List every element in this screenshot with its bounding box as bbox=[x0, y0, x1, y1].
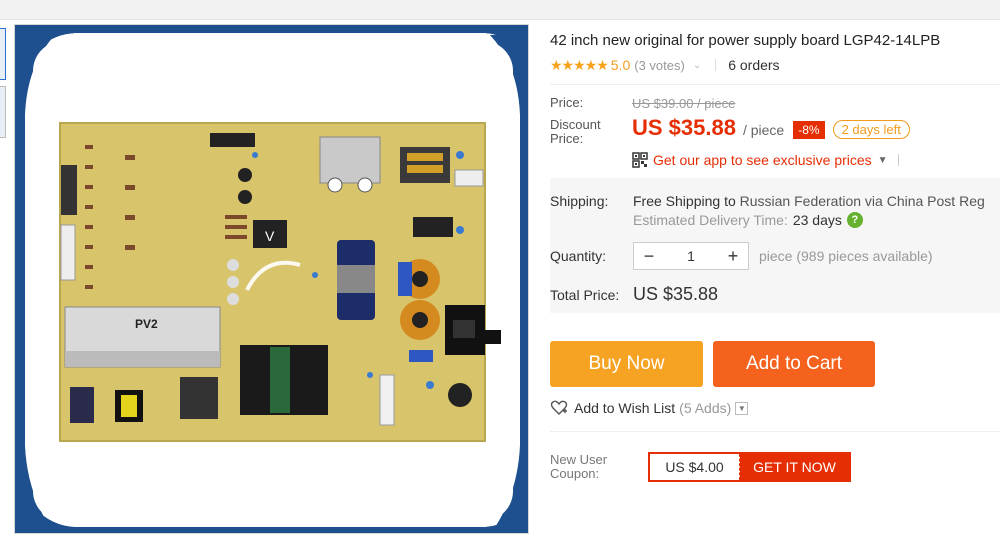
discount-price: US $35.88 bbox=[632, 115, 736, 140]
wish-list-row[interactable]: Add to Wish List (5 Adds) ▼ bbox=[550, 399, 1000, 417]
shipping-section: Shipping: Free Shipping to Russian Feder… bbox=[550, 178, 1000, 313]
per-piece-label: / piece bbox=[742, 122, 785, 138]
total-price-row: Total Price: US $35.88 bbox=[550, 284, 1000, 305]
price-label: Price: bbox=[550, 95, 584, 110]
wish-list-link[interactable]: Add to Wish List bbox=[574, 400, 675, 416]
shipping-row: Shipping: Free Shipping to Russian Feder… bbox=[550, 192, 1000, 210]
shipping-label: Shipping: bbox=[550, 193, 609, 209]
pieces-available: piece (989 pieces available) bbox=[759, 248, 933, 264]
discount-price-row: Discount Price: US $35.88 / piece -8% 2 … bbox=[550, 115, 1000, 146]
days-left-badge: 2 days left bbox=[832, 120, 910, 139]
top-bar bbox=[0, 0, 1000, 20]
heart-plus-icon bbox=[550, 400, 568, 415]
total-price-value: US $35.88 bbox=[633, 284, 719, 304]
quantity-input[interactable]: 1 bbox=[664, 243, 718, 269]
product-image: V PV2 bbox=[15, 25, 528, 533]
board-label: PV2 bbox=[135, 317, 158, 331]
qr-code-icon bbox=[632, 152, 648, 168]
coupon-value: US $4.00 bbox=[650, 454, 740, 480]
decrease-quantity-button[interactable]: − bbox=[634, 243, 664, 269]
help-icon[interactable]: ? bbox=[846, 212, 863, 228]
buy-now-button[interactable]: Buy Now bbox=[550, 341, 703, 387]
rating-value: 5.0 bbox=[610, 57, 631, 73]
chevron-down-icon[interactable]: ⌄ bbox=[693, 60, 701, 71]
app-promo-text: Get our app to see exclusive prices bbox=[653, 152, 872, 168]
wish-list-count: (5 Adds) bbox=[679, 400, 732, 416]
divider bbox=[550, 431, 1000, 432]
shipping-destination[interactable]: Russian Federation via China Post Reg bbox=[740, 193, 985, 209]
thumbnail-2[interactable] bbox=[0, 86, 6, 138]
quantity-stepper: − 1 + bbox=[633, 242, 749, 270]
product-info-panel: 42 inch new original for power supply bo… bbox=[550, 24, 1000, 482]
product-image-gallery[interactable]: V PV2 bbox=[14, 24, 529, 534]
svg-text:V: V bbox=[265, 228, 275, 244]
original-price: US $39.00 / piece bbox=[632, 95, 736, 111]
increase-quantity-button[interactable]: + bbox=[718, 243, 748, 269]
eta-value: 23 days bbox=[792, 212, 842, 228]
thumbnail-1[interactable] bbox=[0, 28, 6, 80]
divider bbox=[715, 59, 717, 71]
orders-count: 6 orders bbox=[728, 57, 780, 73]
discount-price-label: Discount Price: bbox=[550, 117, 601, 146]
divider bbox=[897, 154, 899, 166]
product-page: V PV2 42 inch new original for power sup… bbox=[0, 0, 1000, 538]
caret-down-icon: ▼ bbox=[877, 154, 888, 166]
purchase-actions: Buy Now Add to Cart bbox=[550, 341, 1000, 387]
shipping-to-text: to bbox=[724, 193, 736, 209]
get-coupon-button[interactable]: GET IT NOW bbox=[740, 454, 849, 480]
thumbnail-strip bbox=[0, 28, 6, 148]
discount-percent-badge: -8% bbox=[793, 120, 825, 139]
eta-label: Estimated Delivery Time: bbox=[633, 212, 788, 228]
votes-link[interactable]: (3 votes) bbox=[634, 58, 685, 73]
rating-stars-icon: ★★★★★ bbox=[550, 56, 609, 73]
price-row: Price: US $39.00 / piece bbox=[550, 93, 1000, 113]
coupon-label: New User Coupon: bbox=[550, 452, 608, 481]
quantity-label: Quantity: bbox=[550, 248, 607, 264]
coupon-row: New User Coupon: US $4.00 GET IT NOW bbox=[550, 452, 1000, 482]
divider bbox=[550, 84, 1000, 85]
add-to-cart-button[interactable]: Add to Cart bbox=[713, 341, 875, 387]
coupon-ticket: US $4.00 GET IT NOW bbox=[648, 452, 851, 482]
total-price-label: Total Price: bbox=[550, 286, 620, 303]
product-title: 42 inch new original for power supply bo… bbox=[550, 32, 941, 49]
rating-row: ★★★★★ 5.0 (3 votes) ⌄ 6 orders bbox=[550, 54, 1000, 76]
quantity-row: Quantity: − 1 + piece (989 pieces availa… bbox=[550, 242, 1000, 270]
app-promo-link[interactable]: Get our app to see exclusive prices ▼ bbox=[632, 152, 1000, 168]
free-shipping-text: Free Shipping bbox=[633, 193, 721, 209]
chevron-down-icon[interactable]: ▼ bbox=[735, 401, 749, 415]
delivery-estimate: Estimated Delivery Time: 23 days ? bbox=[633, 210, 1000, 230]
